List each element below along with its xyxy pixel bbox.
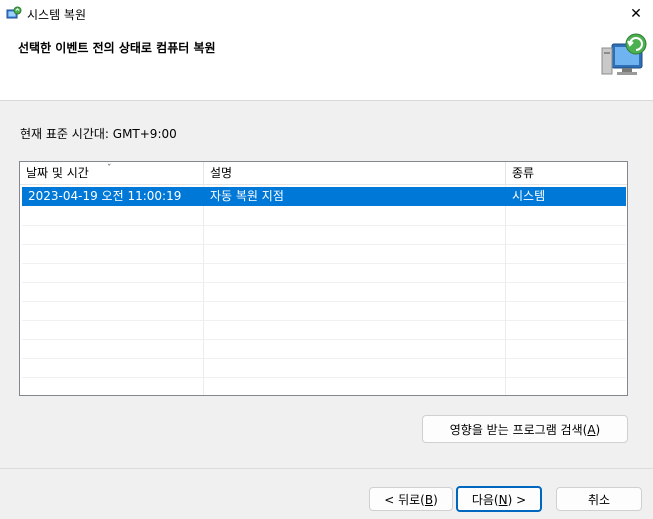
cell-description: 자동 복원 지점 [210,189,284,203]
page-title: 선택한 이벤트 전의 상태로 컴퓨터 복원 [18,41,216,55]
cell-date: 2023-04-19 오전 11:00:19 [28,189,182,203]
window-title: 시스템 복원 [27,8,87,22]
list-header: 날짜 및 시간 ˇ 설명 종류 [20,162,627,185]
cancel-button[interactable]: 취소 [556,487,642,511]
column-header-type-label: 종류 [512,166,535,180]
next-button-label: 다음(N) > [471,492,527,507]
column-header-type[interactable]: 종류 [506,162,627,184]
empty-row [22,358,626,378]
system-restore-icon [6,6,22,22]
column-header-date[interactable]: 날짜 및 시간 ˇ [20,162,204,184]
title-bar: 시스템 복원 ✕ [0,0,653,28]
timezone-label: 현재 표준 시간대: GMT+9:00 [20,127,177,141]
column-header-description[interactable]: 설명 [204,162,506,184]
empty-row [22,225,626,245]
close-button[interactable]: ✕ [619,0,653,28]
wizard-header: 선택한 이벤트 전의 상태로 컴퓨터 복원 [0,28,653,101]
empty-row [22,282,626,302]
back-button-label: < 뒤로(B) [384,492,438,507]
scan-affected-programs-button[interactable]: 영향을 받는 프로그램 검색(A) [422,415,628,443]
empty-row [22,320,626,340]
footer-separator [0,468,653,469]
empty-row [22,244,626,264]
close-icon: ✕ [630,6,642,22]
back-button[interactable]: < 뒤로(B) [369,487,453,511]
empty-row [22,263,626,283]
next-button[interactable]: 다음(N) > [456,486,542,512]
scan-button-label: 영향을 받는 프로그램 검색(A) [449,422,601,437]
column-header-date-label: 날짜 및 시간 [26,166,89,180]
table-row[interactable]: 2023-04-19 오전 11:00:19 자동 복원 지점 시스템 [22,187,626,206]
system-restore-graphic-icon [598,30,650,80]
sort-descending-icon: ˇ [107,164,112,174]
empty-row [22,301,626,321]
empty-row [22,206,626,226]
cell-type: 시스템 [512,189,546,203]
restore-point-list[interactable]: 날짜 및 시간 ˇ 설명 종류 2023-04-19 오전 11:00:19 자… [19,161,628,396]
column-header-description-label: 설명 [210,166,233,180]
empty-row [22,339,626,359]
